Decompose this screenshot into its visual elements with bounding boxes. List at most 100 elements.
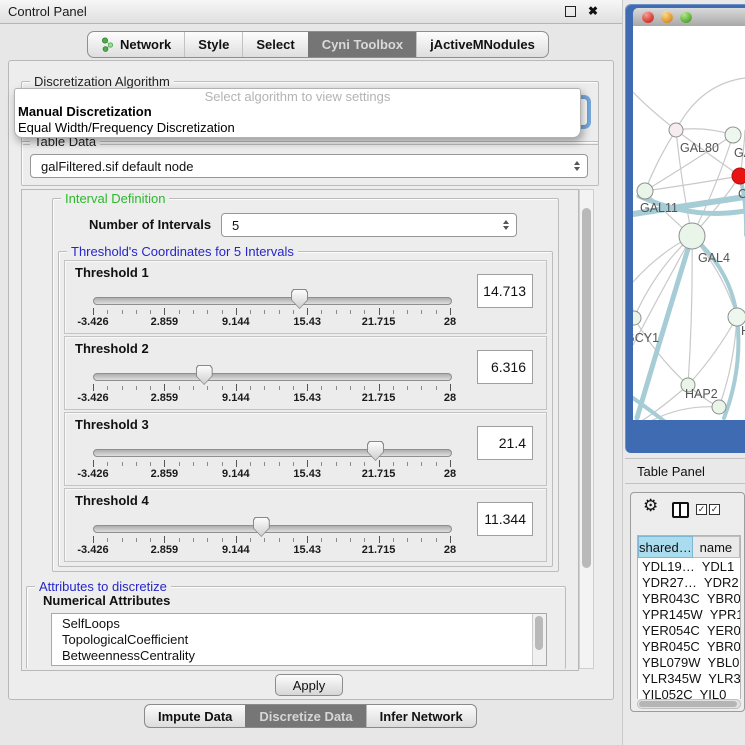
scrollbar-thumb[interactable] <box>582 208 591 568</box>
threshold-value-field[interactable] <box>477 502 533 536</box>
cell-name[interactable]: YBR0 <box>700 591 741 606</box>
dropdown-option-equal-width-frequency[interactable]: Equal Width/Frequency Discretization <box>15 120 580 136</box>
table-horizontal-scrollbar[interactable] <box>637 699 741 709</box>
network-node[interactable] <box>637 183 653 199</box>
apply-button[interactable]: Apply <box>275 674 343 696</box>
close-traffic-light-icon[interactable] <box>642 11 654 23</box>
thresholds-group: Threshold's Coordinates for 5 Intervals … <box>58 251 553 567</box>
tab-impute-data[interactable]: Impute Data <box>145 705 245 727</box>
table-row[interactable]: YBR043CYBR0 <box>638 590 740 606</box>
float-window-icon[interactable] <box>565 6 576 17</box>
tab-jactivemnodules[interactable]: jActiveMNodules <box>416 32 548 57</box>
edge[interactable] <box>676 78 745 130</box>
cell-name[interactable]: YIL0 <box>693 687 740 700</box>
network-node[interactable] <box>633 311 641 325</box>
slider-track[interactable] <box>93 297 452 305</box>
network-window-titlebar[interactable] <box>633 8 745 27</box>
slider-handle[interactable] <box>196 365 213 385</box>
spinner-icon[interactable] <box>574 161 580 171</box>
edge[interactable] <box>676 129 733 135</box>
edge[interactable] <box>688 317 737 385</box>
slider-track[interactable] <box>93 525 452 533</box>
slider-tick-labels: -3.4262.8599.14415.4321.71528 <box>93 392 450 405</box>
table-row[interactable]: YDL19…YDL1 <box>638 558 740 574</box>
table-row[interactable]: YDR27…YDR2 <box>638 574 740 590</box>
spinner-icon[interactable] <box>503 220 509 230</box>
cell-shared-name[interactable]: YBL079W <box>638 655 701 670</box>
table-row[interactable]: YBR045CYBR0 <box>638 638 740 654</box>
number-of-intervals-combobox[interactable]: 5 <box>221 213 517 237</box>
tab-network[interactable]: Network <box>88 32 184 57</box>
edge[interactable] <box>688 236 692 385</box>
edge[interactable] <box>645 176 740 191</box>
cell-shared-name[interactable]: YBR045C <box>638 639 700 654</box>
table-data-group: Table Data galFiltered.sif default node <box>21 141 599 186</box>
column-header-shared-name[interactable]: shared… <box>638 536 693 558</box>
tab-style[interactable]: Style <box>184 32 242 57</box>
table-row[interactable]: YPR145WYPR1 <box>638 606 740 622</box>
network-node[interactable] <box>669 123 683 137</box>
cell-name[interactable]: YBL0 <box>701 655 740 670</box>
cell-shared-name[interactable]: YIL052C <box>638 687 693 700</box>
network-node[interactable] <box>712 400 726 414</box>
edge[interactable] <box>633 92 676 130</box>
table-data-combobox[interactable]: galFiltered.sif default node <box>30 154 588 178</box>
cell-shared-name[interactable]: YDR27… <box>638 575 697 590</box>
network-graph: GAL80GACGAL11GAL4GCY1HHAP2 <box>633 26 745 420</box>
cell-name[interactable]: YPR1 <box>703 607 741 622</box>
slider-handle[interactable] <box>253 517 270 537</box>
cell-name[interactable]: YER0 <box>700 623 741 638</box>
slider-track[interactable] <box>93 373 452 381</box>
minimize-traffic-light-icon[interactable] <box>661 11 673 23</box>
scrollbar-thumb[interactable] <box>639 701 737 707</box>
network-node[interactable] <box>732 168 745 184</box>
edge-thick[interactable] <box>692 236 737 317</box>
edge-thick[interactable] <box>740 176 745 235</box>
edge[interactable] <box>692 236 737 317</box>
slider-handle[interactable] <box>367 441 384 461</box>
network-node[interactable] <box>679 223 705 249</box>
edge[interactable] <box>719 317 737 407</box>
select-columns-icon[interactable]: ✓ ✓ <box>696 504 720 515</box>
attribute-item-selfloops[interactable]: SelfLoops <box>62 616 546 632</box>
threshold-value-field[interactable] <box>477 426 533 460</box>
table-row[interactable]: YER054CYER0 <box>638 622 740 638</box>
network-canvas[interactable]: GAL80GACGAL11GAL4GCY1HHAP2 <box>633 26 745 420</box>
cell-shared-name[interactable]: YER054C <box>638 623 700 638</box>
cell-shared-name[interactable]: YLR345W <box>638 671 701 686</box>
table-row[interactable]: YBL079WYBL0 <box>638 654 740 670</box>
network-node[interactable] <box>725 127 741 143</box>
cell-name[interactable]: YLR3 <box>701 671 741 686</box>
tab-discretize-data[interactable]: Discretize Data <box>245 705 365 727</box>
attribute-item-topologicalcoefficient[interactable]: TopologicalCoefficient <box>62 632 546 648</box>
network-icon <box>101 37 114 52</box>
list-scrollbar[interactable] <box>532 614 546 665</box>
slider-track[interactable] <box>93 449 452 457</box>
threshold-value-field[interactable] <box>477 274 533 308</box>
tab-cyni-toolbox[interactable]: Cyni Toolbox <box>308 32 416 57</box>
slider-ticks <box>93 308 450 315</box>
attribute-item-betweennesscentrality[interactable]: BetweennessCentrality <box>62 648 546 664</box>
dropdown-option-manual-discretization[interactable]: Manual Discretization <box>15 104 580 120</box>
cell-name[interactable]: YBR0 <box>700 639 741 654</box>
edge[interactable] <box>634 236 692 318</box>
tab-infer-network[interactable]: Infer Network <box>366 705 476 727</box>
cell-shared-name[interactable]: YBR043C <box>638 591 700 606</box>
panel-vertical-scrollbar[interactable] <box>579 189 594 669</box>
edge[interactable] <box>633 266 634 318</box>
zoom-traffic-light-icon[interactable] <box>680 11 692 23</box>
slider-handle[interactable] <box>291 289 308 309</box>
close-icon[interactable]: ✖ <box>588 4 598 18</box>
table-row[interactable]: YLR345WYLR3 <box>638 670 740 686</box>
gear-icon[interactable]: ⚙ <box>643 496 658 516</box>
cell-name[interactable]: YDR2 <box>697 575 740 590</box>
edge-thick[interactable] <box>724 317 738 418</box>
cell-shared-name[interactable]: YPR145W <box>638 607 703 622</box>
split-column-icon[interactable] <box>672 502 689 518</box>
tab-select[interactable]: Select <box>242 32 307 57</box>
cell-name[interactable]: YDL1 <box>695 559 740 574</box>
column-header-name[interactable]: name <box>693 536 740 558</box>
cell-shared-name[interactable]: YDL19… <box>638 559 695 574</box>
threshold-value-field[interactable] <box>477 350 533 384</box>
table-row[interactable]: YIL052CYIL0 <box>638 686 740 699</box>
